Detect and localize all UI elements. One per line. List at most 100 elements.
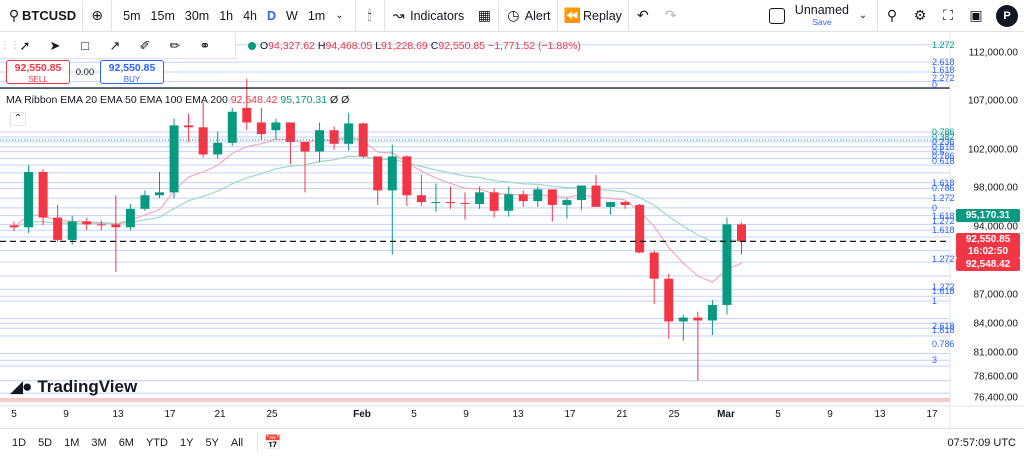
rectangle-icon[interactable]: □ [70, 38, 100, 53]
candle-body [140, 195, 150, 209]
range-6m[interactable]: 6M [113, 437, 140, 449]
trend-line-icon[interactable]: ➚ [10, 38, 40, 54]
time-tick: Mar [717, 409, 735, 420]
time-tick: 13 [112, 409, 124, 420]
layout-checkbox[interactable] [768, 7, 785, 24]
interval-1m[interactable]: 1m [303, 9, 330, 23]
top-toolbar: ⚲ BTCUSD ⊕ 5m 15m 30m 1h 4h D W 1m ⌄ 🕯 ↝ Indicat… [0, 0, 1024, 32]
candle-body [504, 194, 514, 211]
candle-body [242, 107, 252, 123]
drag-handle-icon[interactable]: ⋮⋮ [0, 40, 20, 51]
goto-date-button[interactable]: 📅 [257, 432, 286, 453]
buy-button[interactable]: 92,550.85 BUY [100, 60, 164, 84]
redo-icon: ↷ [665, 7, 677, 23]
candles-icon: 🕯 [367, 7, 372, 23]
quick-search-button[interactable]: ⚲ [877, 0, 906, 32]
candle-body [562, 200, 572, 205]
tv-logo-icon: ◢● [10, 377, 32, 396]
ema200-value: Ø [341, 94, 350, 106]
range-3m[interactable]: 3M [85, 437, 112, 449]
candle-body [518, 194, 528, 202]
candle-body [402, 156, 412, 196]
range-5d[interactable]: 5D [32, 437, 58, 449]
link-icon[interactable]: ⚭ [190, 38, 220, 54]
ma-ribbon-legend[interactable]: MA Ribbon EMA 20 EMA 50 EMA 100 EMA 200 … [6, 94, 349, 106]
time-axis[interactable]: 5 9 13 17 21 25 Feb 5 9 13 17 21 25 Mar 5 9 13 17 [0, 406, 950, 424]
fullscreen-button[interactable]: ⛶ [934, 0, 962, 32]
interval-1h[interactable]: 1h [214, 9, 238, 23]
candle-body [606, 202, 616, 207]
candle-body [227, 111, 237, 143]
range-1d[interactable]: 1D [6, 437, 32, 449]
time-tick: 25 [266, 409, 278, 420]
chevron-down-icon[interactable]: ⌄ [330, 10, 348, 21]
templates-button[interactable]: ▦ [470, 0, 498, 32]
replay-button[interactable]: ⏪ Replay [556, 0, 628, 32]
pencil-icon[interactable]: ✏ [160, 38, 190, 54]
layout-menu[interactable]: Unnamed Save ⌄ [763, 0, 877, 32]
redo-button[interactable]: ↷ [657, 0, 685, 32]
candle-body [722, 224, 732, 305]
collapse-legend-button[interactable]: ⌃ [10, 112, 26, 126]
snapshot-button[interactable]: ▣ [962, 0, 990, 32]
time-tick: 21 [214, 409, 226, 420]
alert-button[interactable]: ◷ Alert [498, 0, 556, 32]
interval-d[interactable]: D [262, 9, 281, 23]
cursor-icon[interactable]: ➤ [40, 38, 70, 54]
profile-button[interactable]: P [990, 0, 1024, 32]
buy-price: 92,550.85 [108, 62, 156, 74]
clock-time[interactable]: 07:57:09 UTC [948, 437, 1016, 449]
settings-button[interactable]: ⚙ [906, 0, 934, 32]
tradingview-logo[interactable]: ◢● TradingView [10, 377, 137, 397]
chevron-up-icon: ⌃ [13, 113, 23, 124]
candle-body [329, 130, 339, 144]
gear-icon: ⚙ [913, 7, 927, 23]
compare-button[interactable]: ⊕ [82, 0, 111, 32]
range-all[interactable]: All [225, 437, 249, 449]
ema20-value: 92,548.42 [230, 94, 278, 106]
brush-icon[interactable]: ✐ [130, 38, 160, 54]
candle-body [184, 125, 194, 128]
undo-button[interactable]: ↶ [627, 0, 657, 32]
indicators-button[interactable]: ↝ Indicators [383, 0, 471, 32]
candle-body [547, 189, 557, 205]
time-tick: Feb [353, 409, 371, 420]
interval-15m[interactable]: 15m [146, 9, 180, 23]
candle-body [416, 195, 426, 203]
candle-body [693, 317, 703, 321]
range-1m[interactable]: 1M [58, 437, 85, 449]
candle-body [460, 203, 470, 205]
candle-body [591, 185, 601, 207]
candle-body [635, 204, 645, 253]
interval-w[interactable]: W [281, 9, 303, 23]
candle-body [678, 317, 688, 322]
camera-icon: ▣ [969, 7, 983, 23]
range-5y[interactable]: 5Y [199, 437, 224, 449]
candle-body [344, 123, 354, 144]
bottom-band [0, 398, 950, 402]
chart-type-button[interactable]: 🕯 [354, 0, 384, 32]
candle-body [111, 224, 121, 228]
candle-body [53, 217, 63, 240]
interval-30m[interactable]: 30m [180, 9, 214, 23]
candle-body [24, 171, 34, 228]
interval-group: 5m 15m 30m 1h 4h D W 1m ⌄ [111, 0, 354, 32]
magnifier-icon: ⚲ [886, 7, 898, 23]
sell-button[interactable]: 92,550.85 SELL [6, 60, 70, 84]
time-tick: 5 [775, 409, 781, 420]
indicators-icon: ↝ [392, 7, 405, 23]
interval-5m[interactable]: 5m [118, 9, 145, 23]
interval-4h[interactable]: 4h [238, 9, 262, 23]
time-tick: 9 [463, 409, 469, 420]
close-value: 92,550.85 [438, 40, 486, 52]
range-1y[interactable]: 1Y [174, 437, 199, 449]
buy-label: BUY [123, 75, 141, 84]
candle-body [431, 202, 441, 204]
grid-icon: ▦ [477, 7, 491, 23]
arrow-icon[interactable]: ↗ [100, 38, 130, 54]
candle-body [169, 125, 179, 193]
range-ytd[interactable]: YTD [140, 437, 174, 449]
fullscreen-icon: ⛶ [943, 7, 953, 23]
ohlc-legend: O94,327.62 H94,468.05 L91,228.69 C92,550.85… [248, 40, 584, 52]
symbol-search[interactable]: ⚲ BTCUSD [0, 0, 82, 32]
